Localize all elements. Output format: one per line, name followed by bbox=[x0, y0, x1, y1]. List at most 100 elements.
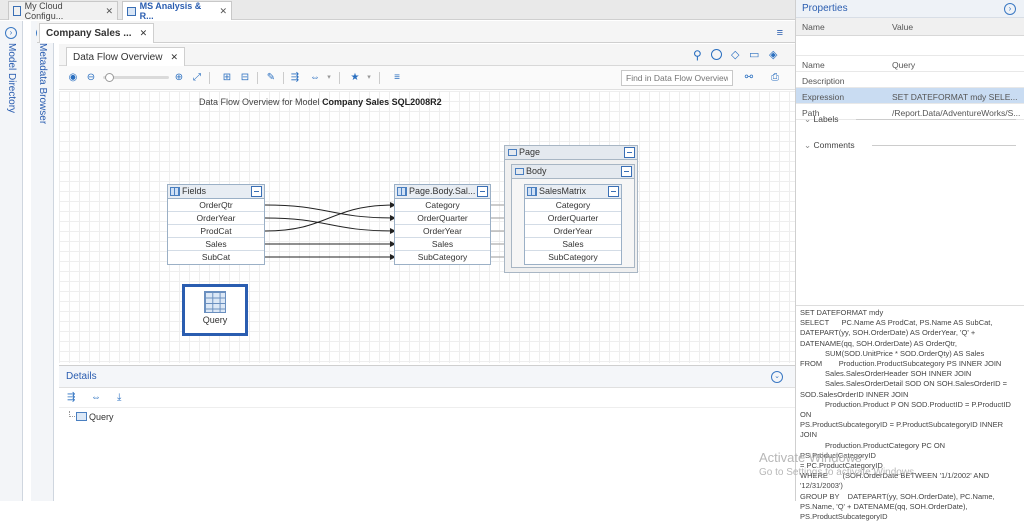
section-label: Labels bbox=[814, 114, 839, 124]
properties-title: Properties bbox=[802, 3, 848, 14]
model-directory-rail[interactable]: › Model Directory bbox=[0, 21, 23, 501]
tab-data-flow-overview[interactable]: Data Flow Overview ✕ bbox=[66, 47, 185, 66]
metadata-browser-rail[interactable]: › Metadata Browser bbox=[31, 21, 54, 501]
table-icon bbox=[76, 412, 87, 421]
table-icon bbox=[170, 187, 180, 196]
list-icon[interactable]: ≡ bbox=[391, 72, 403, 84]
collapse-icon[interactable] bbox=[251, 186, 262, 197]
details-header[interactable]: Details ⌄ bbox=[59, 366, 795, 388]
chevron-down-icon[interactable]: ▾ bbox=[363, 72, 375, 84]
tag-icon[interactable]: ◇ bbox=[731, 48, 739, 61]
group-header: Body bbox=[512, 165, 634, 179]
table-row[interactable]: Sales bbox=[525, 238, 621, 251]
tab-company-sales[interactable]: Company Sales ... ✕ bbox=[39, 23, 154, 43]
table-row[interactable]: OrderYear bbox=[525, 225, 621, 238]
eye-icon[interactable]: ◉ bbox=[67, 72, 79, 84]
zoom-slider-handle[interactable] bbox=[105, 73, 114, 82]
expression-text[interactable]: SET DATEFORMAT mdy SELECT PC.Name AS Pro… bbox=[800, 308, 1022, 522]
browser-tab-cloud-config[interactable]: My Cloud Configu... ✕ bbox=[8, 1, 118, 20]
property-value: SET DATEFORMAT mdy SELE... bbox=[892, 92, 1020, 102]
flow-direction-icon[interactable]: ⇔ bbox=[309, 72, 321, 84]
close-icon[interactable]: ✕ bbox=[170, 52, 178, 63]
chevron-right-icon[interactable]: › bbox=[1004, 3, 1016, 15]
chevron-down-icon[interactable]: ▾ bbox=[323, 72, 335, 84]
flow-direction-icon[interactable]: ⇔ bbox=[91, 392, 101, 403]
table-header: SalesMatrix bbox=[525, 185, 621, 199]
property-row-selected[interactable]: Expression SET DATEFORMAT mdy SELE... bbox=[796, 88, 1024, 104]
print-icon[interactable]: ⎙ bbox=[769, 72, 781, 84]
zoom-out-icon[interactable]: ⊖ bbox=[85, 72, 97, 84]
download-icon[interactable]: ⤓ bbox=[117, 392, 121, 403]
lineage-icon[interactable]: ⇶ bbox=[67, 392, 75, 403]
star-icon[interactable]: ★ bbox=[349, 72, 361, 84]
chevron-right-icon[interactable]: › bbox=[5, 27, 17, 39]
tree-item[interactable]: Query bbox=[59, 408, 795, 424]
labels-section[interactable]: ⌄ Labels bbox=[804, 114, 1016, 125]
table-row[interactable]: OrderQuarter bbox=[525, 212, 621, 225]
browser-tab-ms-analysis[interactable]: MS Analysis & R... ✕ bbox=[122, 1, 232, 20]
body-icon bbox=[515, 168, 524, 175]
chevron-down-icon: ⌄ bbox=[804, 114, 811, 124]
comments-section[interactable]: ⌄ Comments bbox=[804, 140, 1016, 151]
property-row[interactable]: Name Query bbox=[796, 56, 1024, 72]
menu-icon[interactable]: ≡ bbox=[777, 27, 783, 39]
property-name: Name bbox=[802, 60, 825, 70]
tab-label: Data Flow Overview bbox=[73, 52, 162, 63]
table-header: Fields bbox=[168, 185, 264, 199]
properties-header: Properties › bbox=[796, 0, 1024, 18]
binoculars-icon[interactable]: ⚯ bbox=[743, 72, 755, 84]
collapse-icon[interactable] bbox=[624, 147, 635, 158]
users-icon[interactable] bbox=[711, 49, 722, 60]
table-row[interactable]: Category bbox=[395, 199, 490, 212]
search-icon[interactable]: ⚲ bbox=[693, 48, 702, 62]
section-divider bbox=[856, 119, 1016, 120]
collapse-all-icon[interactable]: ⊟ bbox=[239, 72, 251, 84]
close-icon[interactable]: ✕ bbox=[140, 28, 148, 39]
zoom-in-icon[interactable]: ⊕ bbox=[173, 72, 185, 84]
table-row[interactable]: SubCategory bbox=[525, 251, 621, 264]
table-row[interactable]: OrderQtr bbox=[168, 199, 264, 212]
browser-tab-label: MS Analysis & R... bbox=[140, 1, 214, 21]
model-directory-label[interactable]: Model Directory bbox=[6, 43, 17, 113]
browser-tab-label: My Cloud Configu... bbox=[25, 1, 100, 21]
close-icon[interactable]: ✕ bbox=[219, 6, 227, 17]
find-input[interactable] bbox=[621, 70, 733, 86]
chevron-down-icon[interactable]: ⌄ bbox=[771, 371, 783, 383]
fields-table[interactable]: Fields OrderQtr OrderYear ProdCat Sales … bbox=[167, 184, 265, 265]
table-row[interactable]: ProdCat bbox=[168, 225, 264, 238]
close-icon[interactable]: ✕ bbox=[105, 6, 113, 17]
query-table-icon bbox=[204, 291, 226, 313]
tags-icon[interactable]: ◈ bbox=[769, 48, 777, 61]
column-header-name: Name bbox=[802, 22, 825, 32]
collapse-icon[interactable] bbox=[608, 186, 619, 197]
metadata-browser-label[interactable]: Metadata Browser bbox=[37, 43, 48, 124]
data-flow-canvas[interactable]: Data Flow Overview for Model Company Sal… bbox=[59, 91, 795, 363]
comment-icon[interactable]: ▭ bbox=[749, 48, 759, 61]
table-title: Page.Body.Sal... bbox=[409, 186, 475, 196]
toolbar-divider bbox=[283, 72, 284, 84]
tree-item-label: Query bbox=[89, 412, 114, 422]
table-row[interactable]: SubCat bbox=[168, 251, 264, 264]
fit-to-screen-icon[interactable]: ⤢ bbox=[191, 72, 203, 84]
table-row[interactable]: SubCategory bbox=[395, 251, 490, 264]
details-panel: Details ⌄ ⇶ ⇔ ⤓ Query bbox=[59, 365, 795, 501]
lineage-icon[interactable]: ⇶ bbox=[289, 72, 301, 84]
expand-all-icon[interactable]: ⊞ bbox=[221, 72, 233, 84]
watermark-title: Activate Windows bbox=[759, 450, 862, 465]
collapse-icon[interactable] bbox=[621, 166, 632, 177]
table-row[interactable]: OrderQuarter bbox=[395, 212, 490, 225]
sales-matrix-table[interactable]: SalesMatrix Category OrderQuarter OrderY… bbox=[524, 184, 622, 265]
query-node[interactable]: Query bbox=[182, 284, 248, 336]
table-row[interactable]: Sales bbox=[395, 238, 490, 251]
collapse-icon[interactable] bbox=[477, 186, 488, 197]
query-node-label: Query bbox=[185, 315, 245, 325]
zoom-slider[interactable] bbox=[103, 76, 169, 79]
table-row[interactable]: OrderYear bbox=[168, 212, 264, 225]
table-row[interactable]: Sales bbox=[168, 238, 264, 251]
tree-connector bbox=[69, 411, 75, 417]
table-row[interactable]: OrderYear bbox=[395, 225, 490, 238]
table-row[interactable]: Category bbox=[525, 199, 621, 212]
pen-icon[interactable]: ✎ bbox=[265, 72, 277, 84]
property-row[interactable]: Description bbox=[796, 72, 1024, 88]
page-body-table[interactable]: Page.Body.Sal... Category OrderQuarter O… bbox=[394, 184, 491, 265]
